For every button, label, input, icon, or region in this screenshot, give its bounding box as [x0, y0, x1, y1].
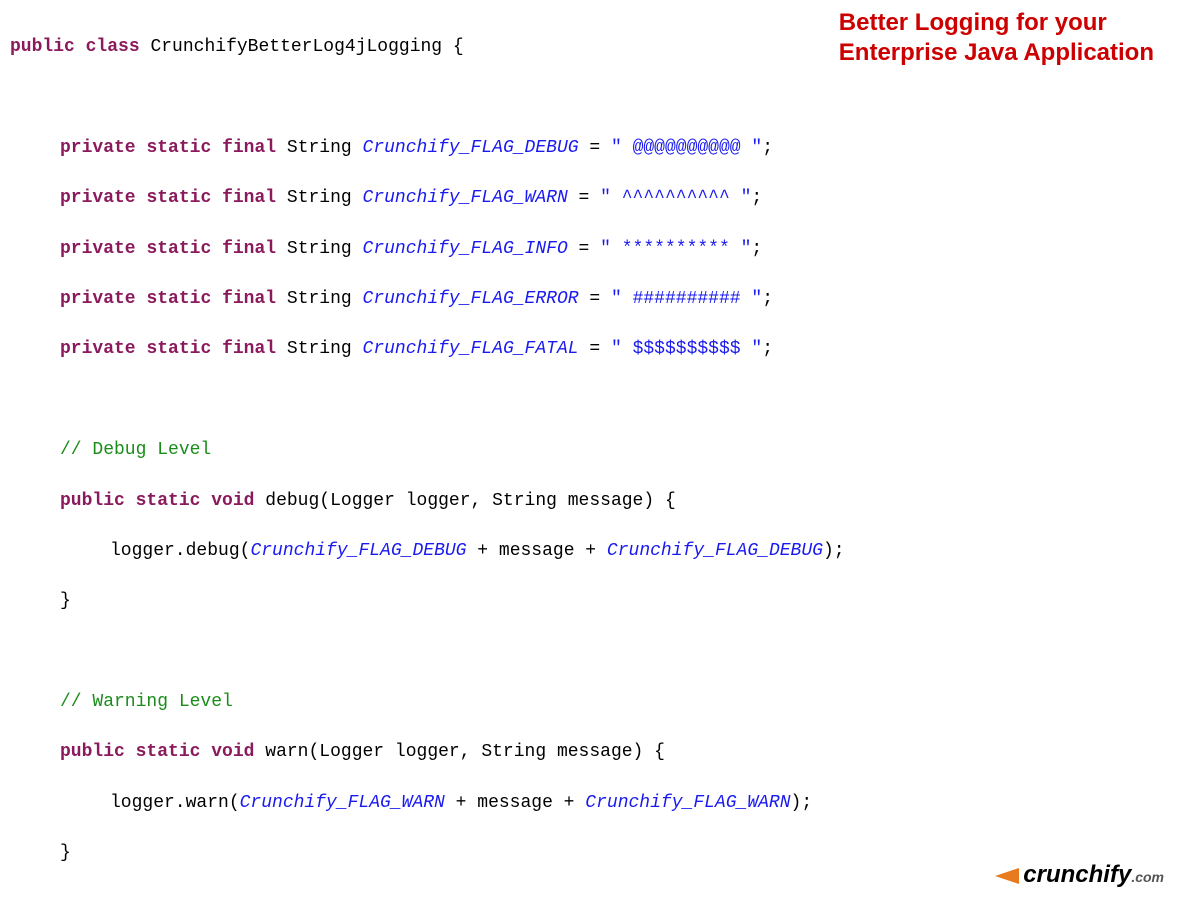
close-brace: }: [60, 591, 71, 611]
field-name-fatal: Crunchify_FLAG_FATAL: [363, 339, 579, 359]
field-value-fatal: " $$$$$$$$$$ ": [611, 339, 762, 359]
heading-banner: Better Logging for your Enterprise Java …: [839, 8, 1154, 68]
field-value-info: " ********** ": [600, 239, 751, 259]
field-name-warn: Crunchify_FLAG_WARN: [363, 188, 568, 208]
class-name: CrunchifyBetterLog4jLogging: [150, 37, 442, 57]
method-warn-body: logger.warn(Crunchify_FLAG_WARN + messag…: [10, 791, 1174, 816]
method-debug-sig: public static void debug(Logger logger, …: [10, 489, 1174, 514]
field-fatal: private static final String Crunchify_FL…: [10, 337, 1174, 362]
method-debug-body: logger.debug(Crunchify_FLAG_DEBUG + mess…: [10, 539, 1174, 564]
field-name-debug: Crunchify_FLAG_DEBUG: [363, 138, 579, 158]
code-block: public class CrunchifyBetterLog4jLogging…: [10, 10, 1174, 892]
field-value-warn: " ^^^^^^^^^^ ": [600, 188, 751, 208]
heading-line-2: Enterprise Java Application: [839, 38, 1154, 68]
method-warn-sig: public static void warn(Logger logger, S…: [10, 740, 1174, 765]
heading-line-1: Better Logging for your: [839, 8, 1154, 38]
watermark-tld: .com: [1131, 869, 1164, 885]
arrow-icon: [995, 868, 1019, 884]
field-error: private static final String Crunchify_FL…: [10, 287, 1174, 312]
field-info: private static final String Crunchify_FL…: [10, 237, 1174, 262]
watermark: crunchify.com: [995, 858, 1164, 892]
open-brace: {: [442, 37, 464, 57]
field-warn: private static final String Crunchify_FL…: [10, 186, 1174, 211]
close-brace: }: [60, 843, 71, 863]
comment-warn: // Warning Level: [60, 692, 233, 712]
kw-class: class: [86, 37, 140, 57]
field-value-error: " ########## ": [611, 289, 762, 309]
field-name-info: Crunchify_FLAG_INFO: [363, 239, 568, 259]
kw-public: public: [10, 37, 75, 57]
field-name-error: Crunchify_FLAG_ERROR: [363, 289, 579, 309]
field-debug: private static final String Crunchify_FL…: [10, 136, 1174, 161]
watermark-brand: crunchify: [1023, 861, 1131, 888]
field-value-debug: " @@@@@@@@@@ ": [611, 138, 762, 158]
comment-debug: // Debug Level: [60, 440, 211, 460]
